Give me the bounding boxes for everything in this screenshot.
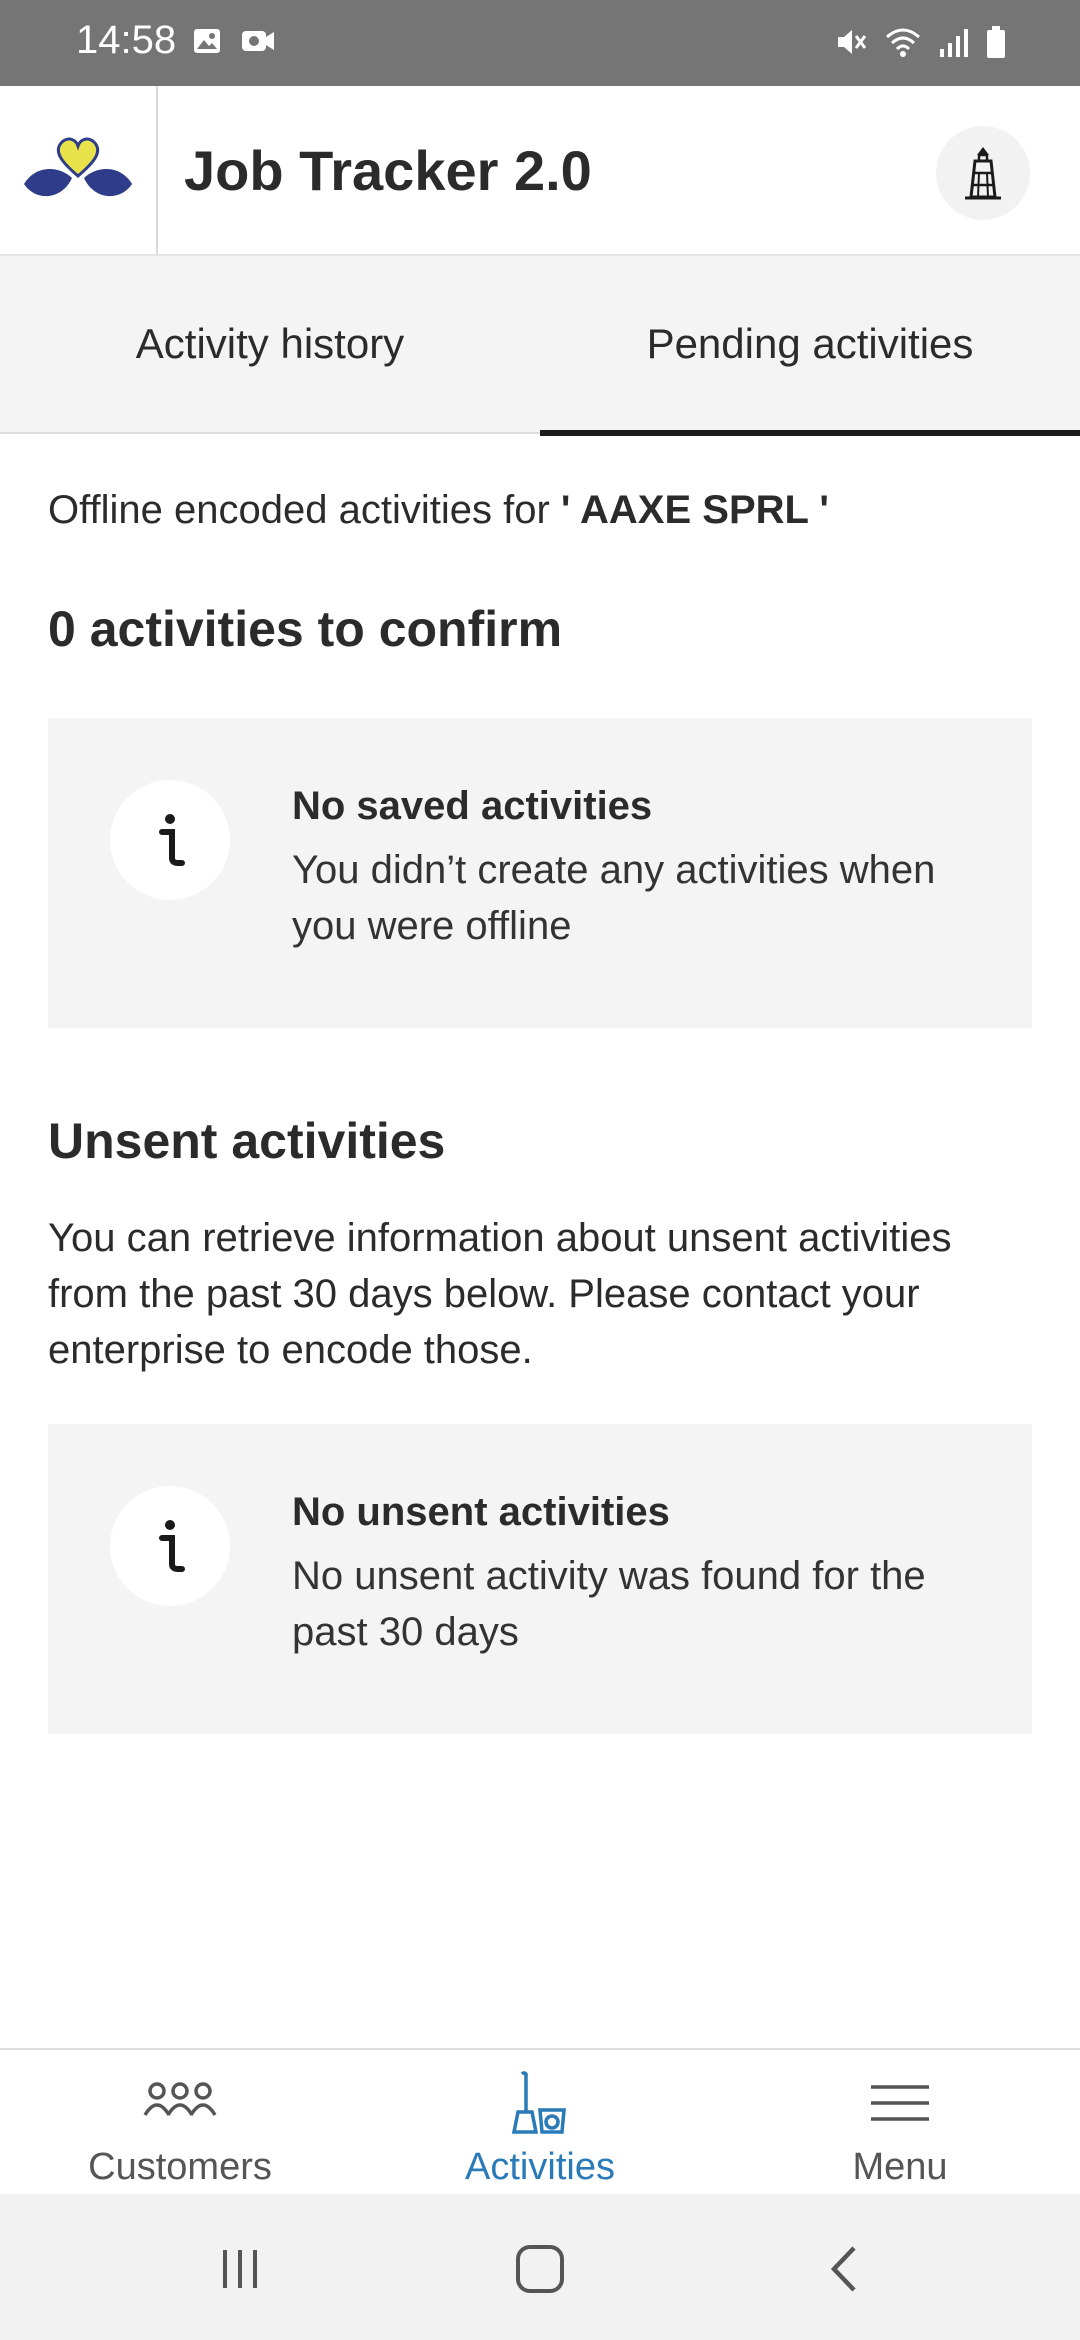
- company-name: ' AAXE SPRL ': [560, 488, 829, 532]
- card-title: No saved activities: [292, 784, 653, 828]
- brush-bucket-icon: [511, 2071, 566, 2134]
- system-navigation-bar: [0, 2194, 1080, 2340]
- no-saved-activities-card: No saved activities You didn’t create an…: [48, 718, 1032, 1028]
- app-title: Job Tracker 2.0: [184, 139, 592, 202]
- tab-activity-history[interactable]: Activity history: [0, 256, 540, 432]
- offline-encoded-label: Offline encoded activities for ' AAXE SP…: [48, 488, 829, 533]
- nav-label: Menu: [852, 2146, 948, 2188]
- app-header: Job Tracker 2.0: [0, 86, 1080, 256]
- status-time: 14:58: [76, 18, 177, 62]
- signal-icon: [940, 29, 968, 57]
- info-icon: [110, 780, 230, 900]
- confirm-heading: 0 activities to confirm: [48, 601, 563, 657]
- nav-activities[interactable]: Activities: [360, 2050, 720, 2196]
- status-bar: 14:58: [0, 0, 1080, 86]
- recent-apps-button[interactable]: [200, 2234, 280, 2304]
- tab-pending-activities[interactable]: Pending activities: [540, 256, 1080, 436]
- mute-icon: [838, 30, 867, 54]
- nav-menu[interactable]: Menu: [720, 2050, 1080, 2196]
- back-icon: [830, 2246, 856, 2292]
- battery-icon: [987, 26, 1005, 58]
- lighthouse-icon: [965, 147, 1001, 200]
- heart-leaves-logo: [24, 137, 132, 197]
- wifi-icon: [886, 28, 920, 57]
- info-icon: [110, 1486, 230, 1606]
- header-divider: [156, 86, 158, 254]
- nav-label: Activities: [465, 2146, 615, 2188]
- nav-label: Customers: [88, 2146, 272, 2188]
- people-icon: [143, 2082, 217, 2116]
- card-text: You didn’t create any activities when yo…: [292, 848, 936, 948]
- video-icon: [242, 31, 274, 51]
- image-icon: [194, 29, 220, 53]
- home-icon: [516, 2245, 564, 2293]
- offline-prefix: Offline encoded activities for: [48, 488, 550, 532]
- card-text: No unsent activity was found for the pas…: [292, 1554, 926, 1654]
- bottom-navigation: Customers Activities Menu: [0, 2048, 1080, 2196]
- card-title: No unsent activities: [292, 1490, 670, 1534]
- unsent-heading: Unsent activities: [48, 1113, 446, 1169]
- nav-customers[interactable]: Customers: [0, 2050, 360, 2196]
- back-button[interactable]: [804, 2234, 884, 2304]
- hamburger-icon: [871, 2085, 929, 2121]
- home-button[interactable]: [500, 2234, 580, 2304]
- tab-bar: Activity history Pending activities: [0, 256, 1080, 436]
- no-unsent-activities-card: No unsent activities No unsent activity …: [48, 1424, 1032, 1734]
- unsent-description: You can retrieve information about unsen…: [48, 1216, 952, 1372]
- recent-apps-icon: [223, 2250, 257, 2288]
- lighthouse-button[interactable]: [936, 126, 1030, 220]
